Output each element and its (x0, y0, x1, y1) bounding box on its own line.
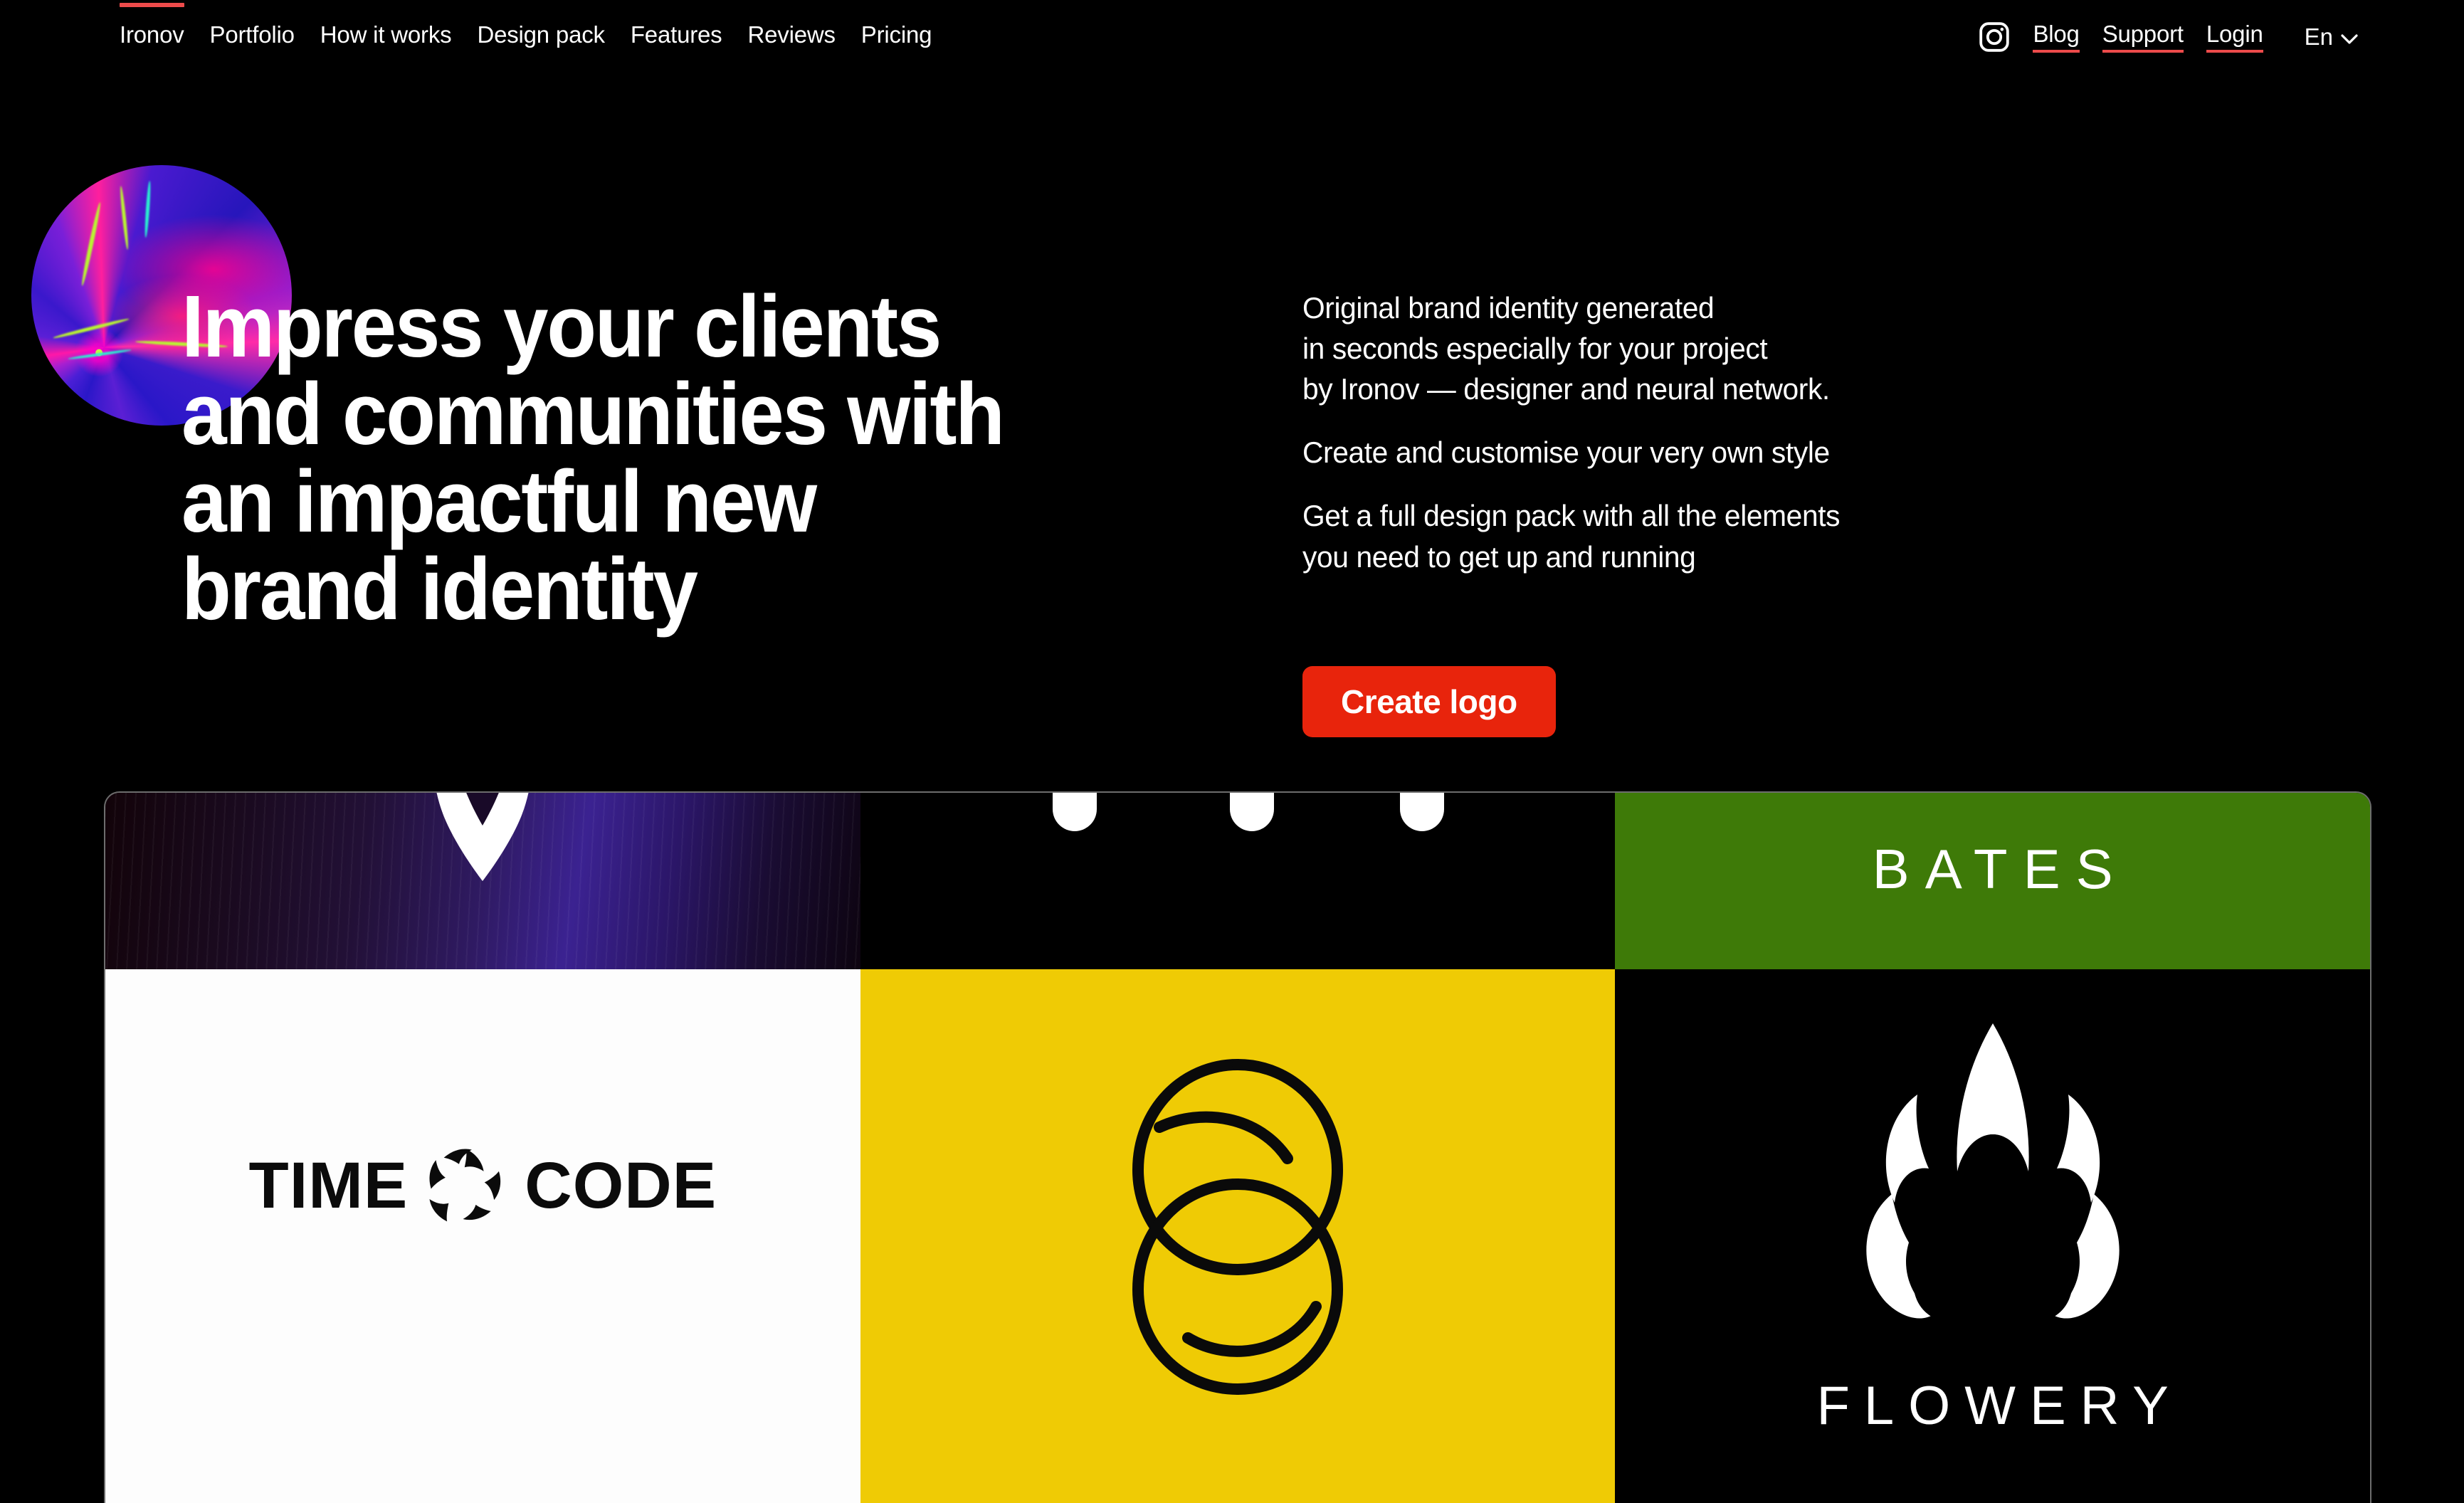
gallery-card-time-code[interactable]: TIME CODE (105, 969, 860, 1503)
gallery-card-silk-v[interactable] (105, 793, 860, 969)
shield-v-logo-icon (436, 793, 529, 881)
top-navigation-bar: Ironov Portfolio How it works Design pac… (0, 0, 2464, 74)
heading-line-2: and communities with (181, 366, 1005, 463)
gallery-card-dots[interactable] (860, 793, 1616, 969)
heading-line-4: brand identity (181, 541, 698, 638)
hero-description: Original brand identity generated in sec… (1302, 288, 2057, 577)
aperture-swirl-icon (429, 1149, 501, 1222)
gallery-card-flowery[interactable]: FLOWERY (1615, 969, 2370, 1503)
hero-paragraph-2: Create and customise your very own style (1302, 436, 1830, 470)
page-title: Impress your clients and communities wit… (181, 283, 1174, 633)
logo-showcase-grid: BATES TIME CODE FLOWERY (104, 791, 2371, 1503)
nav-link-login[interactable]: Login (2206, 22, 2263, 53)
gallery-card-rings[interactable] (860, 969, 1616, 1503)
nav-item-portfolio[interactable]: Portfolio (210, 20, 295, 46)
nav-item-design-pack[interactable]: Design pack (477, 20, 605, 46)
secondary-nav: Blog Support Login En (1977, 0, 2464, 54)
dot-shape-1 (1053, 793, 1097, 831)
language-label: En (2304, 23, 2333, 50)
dot-shape-3 (1400, 793, 1445, 831)
chevron-down-icon (2340, 23, 2359, 51)
heading-line-3: an impactful new (181, 453, 817, 551)
nav-item-pricing[interactable]: Pricing (861, 20, 932, 46)
nav-item-ironov[interactable]: Ironov (120, 3, 184, 46)
flowery-wordmark: FLOWERY (1816, 1376, 2183, 1436)
code-wordmark: CODE (525, 1149, 717, 1222)
language-selector[interactable]: En (2305, 23, 2359, 51)
bates-wordmark: BATES (1872, 838, 2129, 900)
nav-item-features[interactable]: Features (631, 20, 722, 46)
flower-flame-logo-icon (1865, 1023, 2120, 1323)
primary-nav: Ironov Portfolio How it works Design pac… (0, 0, 957, 46)
heading-line-1: Impress your clients (181, 278, 942, 376)
dot-shape-2 (1230, 793, 1275, 831)
nav-link-blog[interactable]: Blog (2033, 22, 2080, 53)
time-wordmark: TIME (248, 1149, 409, 1222)
nav-link-support[interactable]: Support (2102, 22, 2184, 53)
interlocking-rings-icon (1132, 1059, 1343, 1395)
create-logo-button[interactable]: Create logo (1302, 666, 1556, 737)
instagram-icon[interactable] (1977, 20, 2011, 54)
nav-item-how-it-works[interactable]: How it works (320, 20, 452, 46)
gallery-card-bates[interactable]: BATES (1615, 793, 2370, 969)
hero-paragraph-1: Original brand identity generated in sec… (1302, 291, 1830, 406)
hero-paragraph-3: Get a full design pack with all the elem… (1302, 499, 1841, 574)
nav-item-reviews[interactable]: Reviews (747, 20, 836, 46)
